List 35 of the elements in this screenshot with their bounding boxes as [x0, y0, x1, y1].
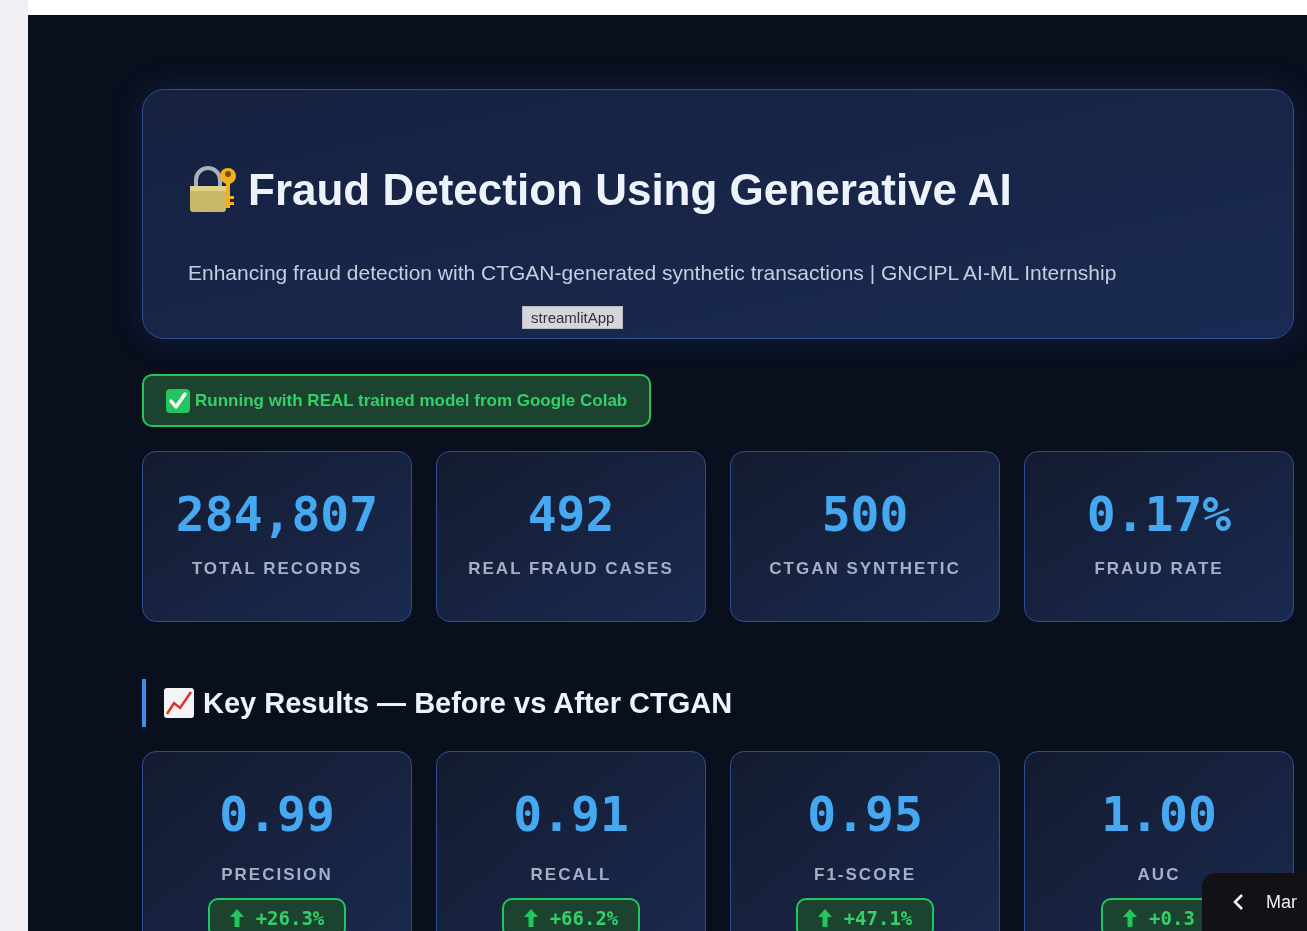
- stat-label: CTGAN SYNTHETIC: [769, 560, 961, 577]
- stat-value: 500: [821, 490, 909, 538]
- section-title: Key Results — Before vs After CTGAN: [203, 688, 733, 718]
- lock-key-icon: [188, 166, 238, 214]
- arrow-up-icon: [523, 909, 538, 927]
- check-icon: [166, 388, 190, 413]
- stat-value: 492: [527, 490, 615, 538]
- stat-label: TOTAL RECORDS: [191, 560, 363, 577]
- metric-label: RECALL: [530, 866, 612, 883]
- arrow-up-icon: [817, 909, 832, 927]
- app-title: Fraud Detection Using Generative AI: [248, 168, 1012, 212]
- sidebar-toggle[interactable]: Mar: [1202, 873, 1307, 931]
- metric-value: 0.95: [807, 790, 923, 838]
- app-subtitle: Enhancing fraud detection with CTGAN-generated synthetic transactions | GNCIPL AI-ML Internship: [188, 262, 1118, 283]
- stat-label: REAL FRAUD CASES: [468, 560, 674, 577]
- delta-text: +66.2%: [549, 908, 619, 928]
- delta-text: +0.3: [1149, 908, 1195, 928]
- metric-value: 0.99: [219, 790, 335, 838]
- metric-label: F1-SCORE: [814, 866, 916, 883]
- status-text: Running with REAL trained model from Google Colab: [195, 389, 628, 412]
- delta-text: +26.3%: [255, 908, 325, 928]
- stat-label: FRAUD RATE: [1094, 560, 1224, 577]
- stat-value: 0.17%: [1086, 490, 1232, 538]
- delta-text: +47.1%: [843, 908, 913, 928]
- stat-value: 284,807: [175, 490, 379, 538]
- metric-label: AUC: [1137, 866, 1181, 883]
- arrow-up-icon: [229, 909, 244, 927]
- sidebar-toggle-label: Mar: [1266, 893, 1297, 911]
- metric-value: 1.00: [1101, 790, 1217, 838]
- metric-value: 0.91: [513, 790, 629, 838]
- chart-icon: [164, 688, 194, 718]
- arrow-up-icon: [1123, 909, 1138, 927]
- metric-label: PRECISION: [221, 866, 333, 883]
- chevron-left-icon: [1232, 893, 1244, 911]
- tooltip: streamlitApp: [522, 306, 624, 329]
